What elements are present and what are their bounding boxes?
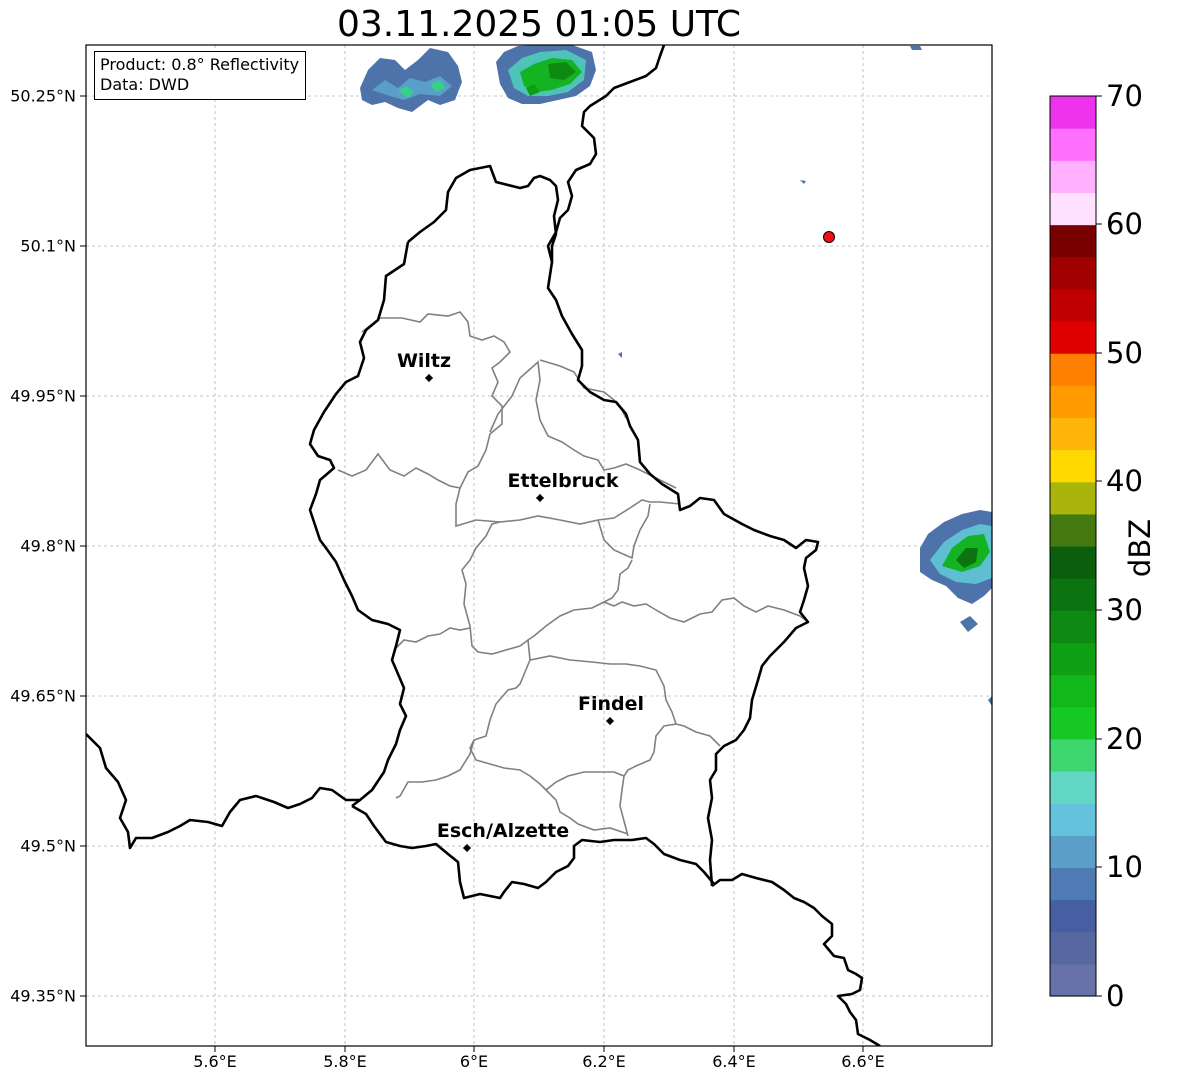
colorbar-segment	[1050, 96, 1096, 129]
lat-label: 49.8°N	[20, 536, 76, 556]
radar-echo-east	[618, 46, 992, 706]
colorbar-segment	[1050, 353, 1096, 386]
lon-label: 6.4°E	[712, 1052, 756, 1071]
lat-label: 50.25°N	[10, 86, 76, 106]
colorbar-segment	[1050, 256, 1096, 290]
lon-label: 6.2°E	[582, 1052, 626, 1071]
colorbar-segment	[1050, 449, 1096, 483]
colorbar-tick-label: 20	[1106, 722, 1143, 756]
product-info-box: Product: 0.8° Reflectivity Data: DWD	[94, 51, 307, 100]
colorbar-segment	[1050, 321, 1096, 354]
country-borders	[86, 45, 881, 1046]
colorbar-tick-label: 10	[1106, 850, 1143, 884]
colorbar-tick-label: 70	[1106, 79, 1143, 113]
colorbar-segment	[1050, 417, 1096, 451]
colorbar-segment	[1050, 578, 1096, 611]
city-label-ettelbruck: Ettelbruck	[507, 470, 619, 492]
colorbar-tick-label: 60	[1106, 207, 1143, 241]
colorbar-tick-label: 0	[1106, 979, 1125, 1013]
colorbar-segment	[1050, 642, 1096, 676]
data-source-label: Data: DWD	[100, 75, 190, 94]
colorbar-tick-label: 40	[1106, 464, 1143, 498]
city-markers	[425, 374, 614, 852]
colorbar-ticks	[1096, 95, 1102, 997]
product-label: Product: 0.8° Reflectivity	[100, 55, 300, 74]
colorbar-tick-label: 30	[1106, 593, 1143, 627]
city-label-wiltz: Wiltz	[396, 350, 452, 372]
city-marker-findel	[606, 717, 614, 725]
radar-site-marker	[823, 231, 835, 243]
colorbar-segment	[1050, 867, 1096, 901]
colorbar-segment	[1050, 481, 1096, 515]
colorbar-segment	[1050, 738, 1096, 772]
lat-label: 49.95°N	[10, 386, 76, 406]
colorbar-segment	[1050, 385, 1096, 419]
city-marker-esch-alzette	[463, 844, 471, 852]
colorbar-segment	[1050, 160, 1096, 194]
colorbar-segment	[1050, 706, 1096, 740]
colorbar-segment	[1050, 674, 1096, 708]
city-marker-wiltz	[425, 374, 433, 382]
colorbar-segment	[1050, 224, 1096, 258]
colorbar-segment	[1050, 899, 1096, 933]
city-marker-ettelbruck	[536, 494, 544, 502]
lat-label: 49.65°N	[10, 686, 76, 706]
lat-label: 50.1°N	[20, 236, 76, 256]
colorbar-segment	[1050, 610, 1096, 644]
lat-label: 49.35°N	[10, 986, 76, 1006]
city-label-findel: Findel	[577, 693, 645, 715]
colorbar-segment	[1050, 288, 1096, 322]
colorbar-segment	[1050, 771, 1096, 804]
colorbar-segment	[1050, 835, 1096, 869]
lon-label: 5.6°E	[193, 1052, 237, 1071]
radar-echo-northwest	[360, 48, 462, 112]
colorbar-segment	[1050, 128, 1096, 161]
radar-echo-north	[496, 45, 596, 104]
colorbar-segment	[1050, 963, 1096, 997]
colorbar-segment	[1050, 803, 1096, 836]
colorbar-tick-label: 50	[1106, 336, 1143, 370]
city-label-esch-alzette: Esch/Alzette	[436, 820, 570, 842]
map-frame	[85, 44, 993, 1047]
lon-label: 5.8°E	[323, 1052, 367, 1071]
colorbar	[1050, 96, 1096, 997]
lon-label: 6°E	[459, 1052, 489, 1071]
lat-label: 49.5°N	[20, 836, 76, 856]
colorbar-unit-label: dBZ	[1123, 518, 1157, 578]
lon-label: 6.6°E	[841, 1052, 885, 1071]
colorbar-segment	[1050, 513, 1096, 547]
colorbar-segment	[1050, 546, 1096, 579]
gridlines	[86, 45, 992, 1046]
radar-map	[80, 44, 1102, 1052]
colorbar-segment	[1050, 192, 1096, 226]
colorbar-segment	[1050, 931, 1096, 965]
axis-ticks	[80, 95, 864, 1052]
canton-boundaries	[337, 311, 809, 837]
